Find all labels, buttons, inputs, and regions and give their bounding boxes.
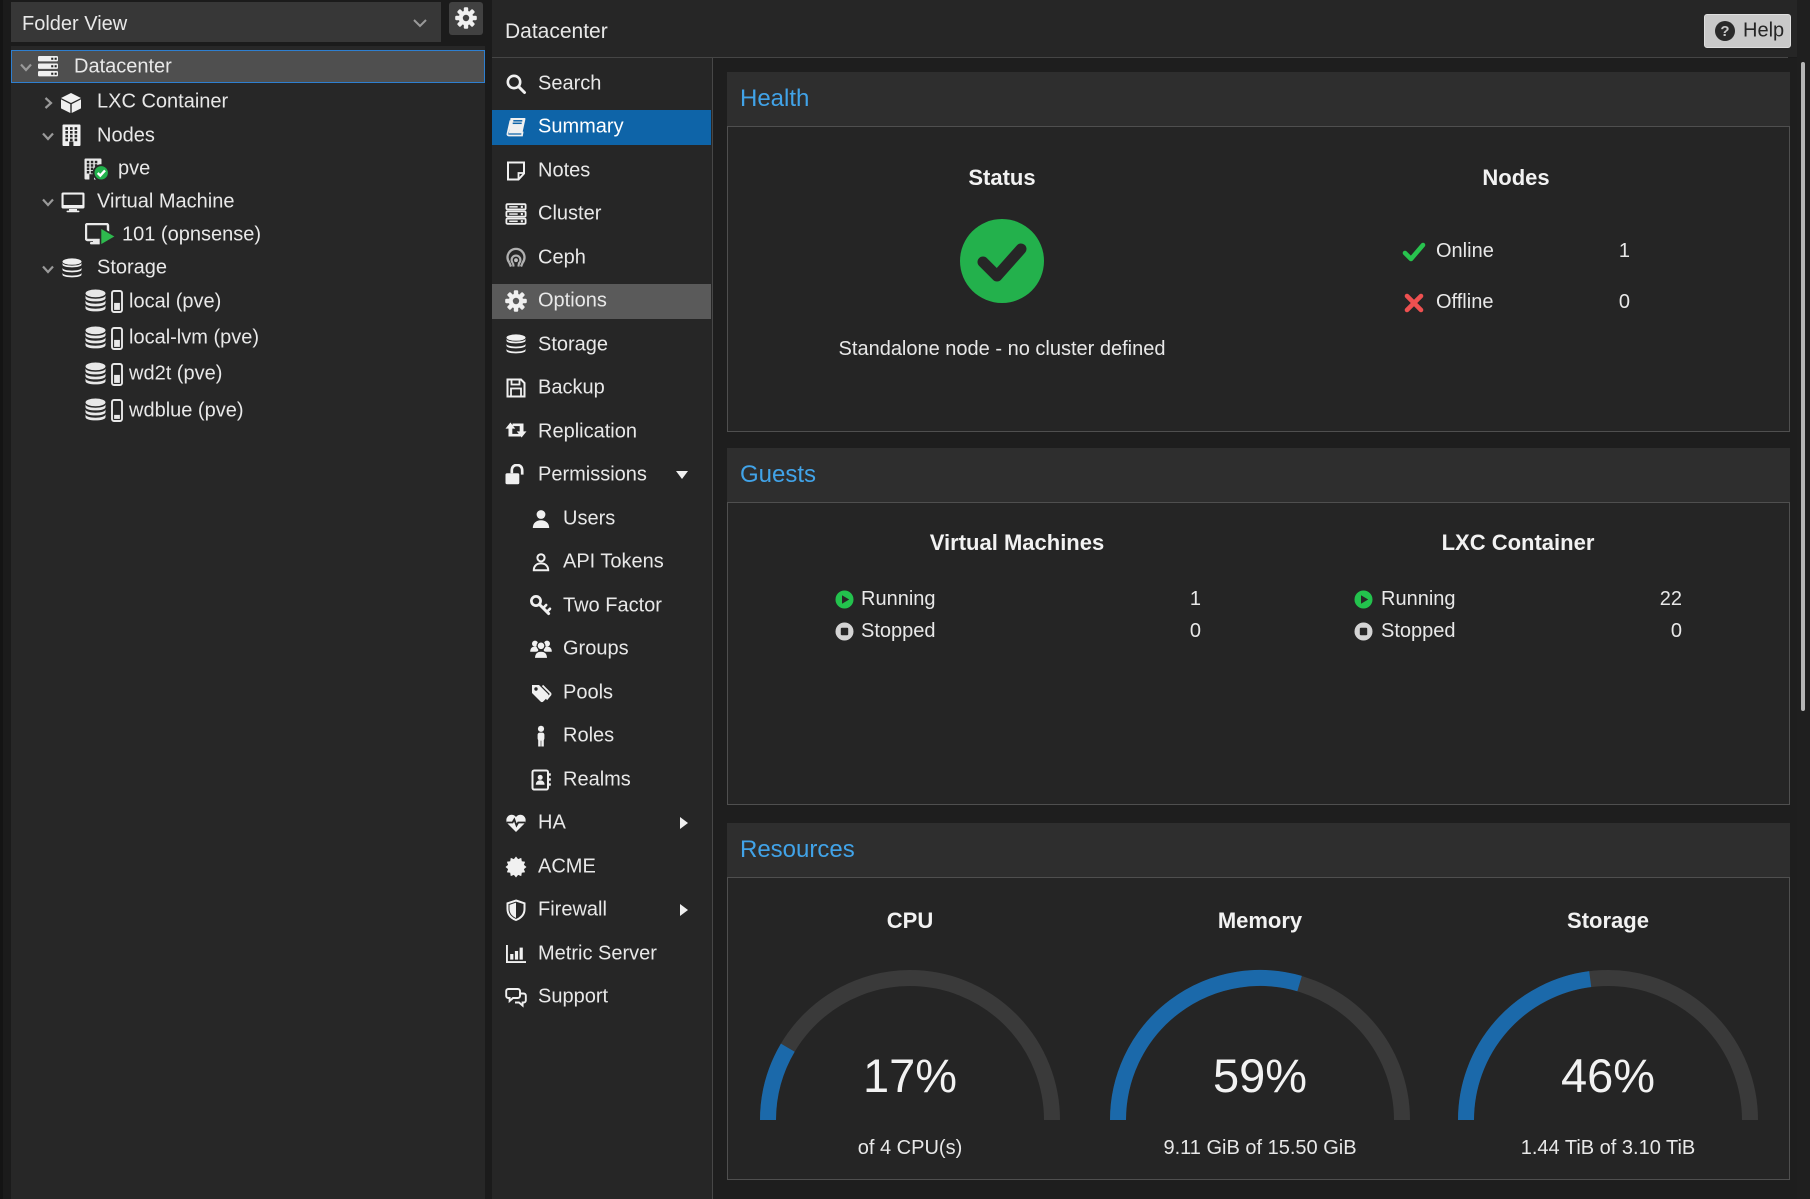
svg-text:?: ?: [1720, 23, 1729, 40]
